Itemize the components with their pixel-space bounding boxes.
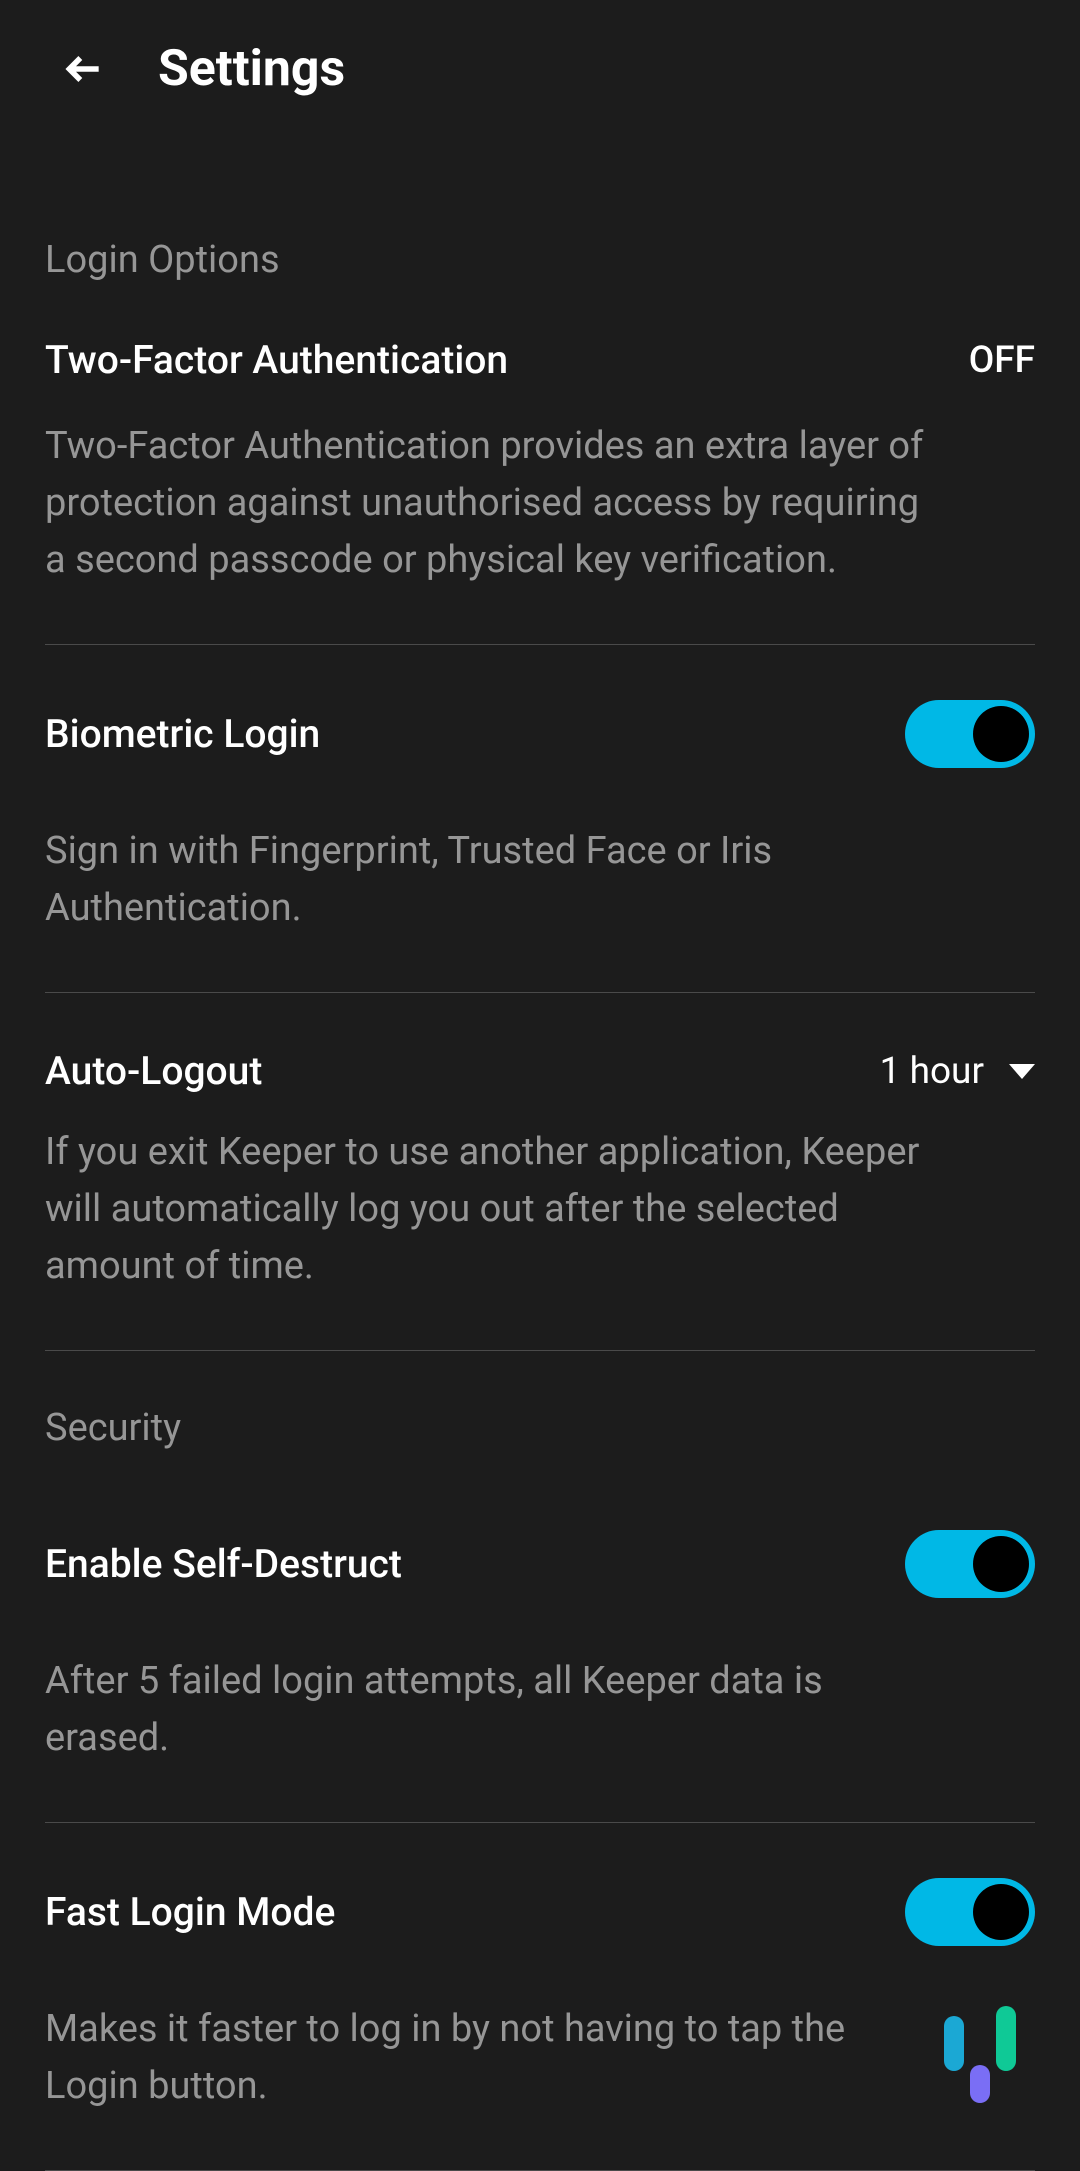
setting-fast-login[interactable]: Fast Login Mode Makes it faster to log i… bbox=[45, 1878, 1035, 2171]
section-header-login-options: Login Options bbox=[45, 238, 1035, 282]
setting-self-destruct[interactable]: Enable Self-Destruct After 5 failed logi… bbox=[45, 1530, 1035, 1823]
setting-description: After 5 failed login attempts, all Keepe… bbox=[45, 1653, 945, 1767]
toggle-knob bbox=[973, 706, 1029, 762]
assistant-fab-icon[interactable] bbox=[935, 1993, 1025, 2083]
bar-icon-part bbox=[970, 2065, 990, 2103]
toggle-self-destruct[interactable] bbox=[905, 1530, 1035, 1598]
setting-auto-logout[interactable]: Auto-Logout 1 hour If you exit Keeper to… bbox=[45, 1048, 1035, 1351]
back-arrow-icon[interactable] bbox=[60, 45, 108, 93]
page-title: Settings bbox=[158, 40, 345, 98]
setting-two-factor[interactable]: Two-Factor Authentication OFF Two-Factor… bbox=[45, 337, 1035, 645]
bar-icon-part bbox=[996, 2006, 1016, 2071]
bar-icon-part bbox=[944, 2016, 964, 2071]
toggle-biometric[interactable] bbox=[905, 700, 1035, 768]
setting-title: Enable Self-Destruct bbox=[45, 1541, 402, 1587]
toggle-knob bbox=[973, 1536, 1029, 1592]
dropdown-value-text: 1 hour bbox=[880, 1050, 984, 1093]
setting-title: Auto-Logout bbox=[45, 1048, 262, 1094]
toggle-knob bbox=[973, 1884, 1029, 1940]
setting-description: Two-Factor Authentication provides an ex… bbox=[45, 418, 945, 589]
chevron-down-icon bbox=[1009, 1064, 1035, 1079]
setting-title: Biometric Login bbox=[45, 711, 320, 757]
setting-title: Two-Factor Authentication bbox=[45, 337, 508, 383]
toggle-fast-login[interactable] bbox=[905, 1878, 1035, 1946]
setting-biometric-login[interactable]: Biometric Login Sign in with Fingerprint… bbox=[45, 700, 1035, 993]
auto-logout-dropdown[interactable]: 1 hour bbox=[880, 1050, 1035, 1093]
section-header-security: Security bbox=[45, 1406, 1035, 1450]
setting-description: If you exit Keeper to use another applic… bbox=[45, 1124, 945, 1295]
setting-status-off: OFF bbox=[969, 339, 1035, 382]
setting-description: Sign in with Fingerprint, Trusted Face o… bbox=[45, 823, 945, 937]
setting-title: Fast Login Mode bbox=[45, 1889, 335, 1935]
settings-content: Login Options Two-Factor Authentication … bbox=[0, 138, 1080, 2171]
setting-description: Makes it faster to log in by not having … bbox=[45, 2001, 945, 2115]
header-bar: Settings bbox=[0, 0, 1080, 138]
